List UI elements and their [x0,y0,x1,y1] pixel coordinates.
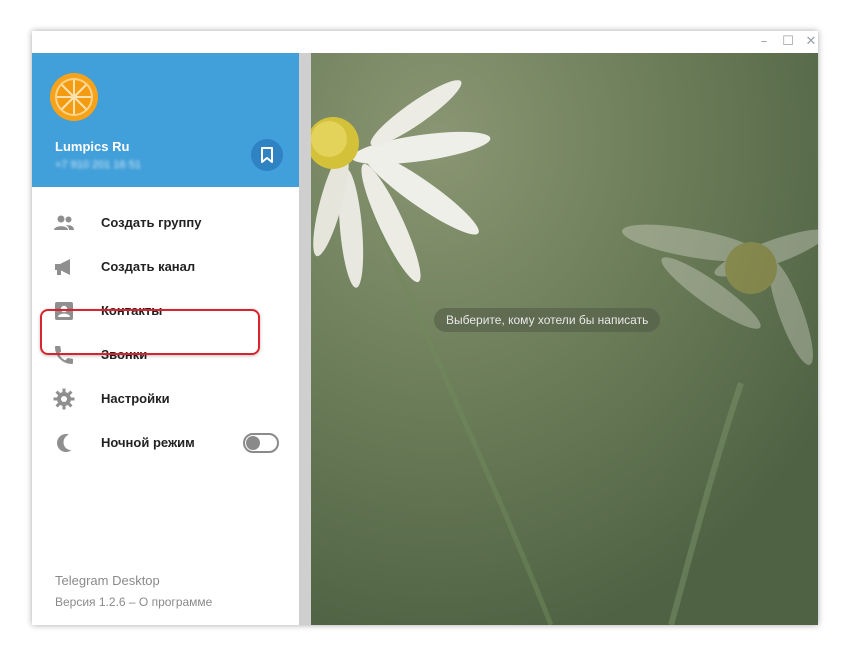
menu-item-settings[interactable]: Настройки [32,377,299,421]
profile-phone: +7 910 201 16 51 [55,159,141,171]
maximize-button[interactable]: ☐ [780,34,796,50]
megaphone-icon [55,259,70,275]
close-button[interactable]: ✕ [803,34,819,50]
menu-item-contacts[interactable]: Контакты [32,289,299,333]
about-link[interactable]: О программе [139,595,212,609]
group-icon [54,215,74,230]
version-text: Версия 1.2.6 [55,595,126,609]
title-bar: – ☐ ✕ [32,31,818,53]
avatar[interactable] [50,73,98,121]
menu-item-label: Ночной режим [101,435,195,450]
orange-slice-icon [50,73,98,121]
menu-item-calls[interactable]: Звонки [32,333,299,377]
contacts-icon [55,302,73,320]
toggle-knob [246,436,260,450]
sidebar-divider [299,53,311,625]
menu-item-create-group[interactable]: Создать группу [32,201,299,245]
menu-item-label: Создать канал [101,259,196,274]
version-line: Версия 1.2.6 – О программе [55,595,212,609]
menu-item-label: Настройки [101,391,170,406]
phone-icon [55,346,73,364]
menu-item-night-mode[interactable]: Ночной режим [32,421,299,465]
moon-icon [57,434,72,452]
menu-item-label: Контакты [101,303,163,318]
version-separator: – [125,595,139,609]
saved-messages-button[interactable] [251,139,283,171]
empty-chat-hint: Выберите, кому хотели бы написать [434,308,661,332]
app-name: Telegram Desktop [55,573,160,588]
main-menu-sidebar: Lumpics Ru +7 910 201 16 51 Создать груп… [32,53,299,625]
menu-item-label: Создать группу [101,215,202,230]
minimize-button[interactable]: – [756,34,772,50]
gear-icon [53,388,75,410]
chat-area: Выберите, кому хотели бы написать [311,53,818,625]
menu-item-label: Звонки [101,347,148,362]
menu-item-create-channel[interactable]: Создать канал [32,245,299,289]
profile-header: Lumpics Ru +7 910 201 16 51 [32,53,299,187]
night-mode-toggle[interactable] [243,433,279,453]
bookmark-icon [261,147,273,163]
profile-name: Lumpics Ru [55,139,130,154]
telegram-window: – ☐ ✕ Lumpics Ru +7 910 201 16 51 Создат… [32,31,818,625]
chamomile-wallpaper [311,53,818,625]
